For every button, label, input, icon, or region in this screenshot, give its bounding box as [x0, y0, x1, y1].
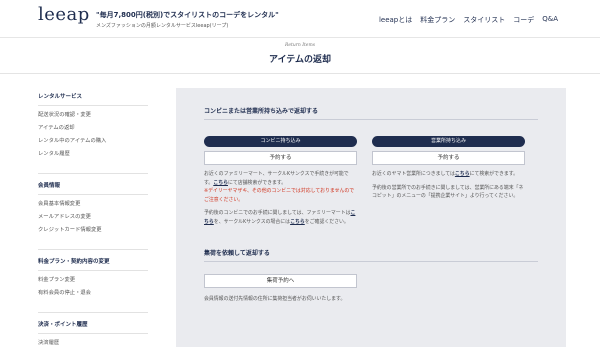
circlek-guide-link[interactable]: こちら: [290, 219, 305, 225]
office-search-link[interactable]: こちら: [455, 171, 470, 177]
convenience-warning: ※デイリーヤマザキ、その他のコンビニでは対応しておりませんのでご注意ください。: [204, 188, 355, 203]
sidebar-divider: [38, 237, 148, 250]
nav-about[interactable]: leeapとは: [379, 15, 412, 25]
sidebar-heading-rental: レンタルサービス: [38, 93, 148, 106]
sidebar-item-plan-change[interactable]: 料金プラン変更: [38, 274, 148, 287]
sidebar-heading-member: 会員情報: [38, 182, 148, 195]
sidebar-item-cancel[interactable]: 有料会員の停止・退会: [38, 287, 148, 300]
section-rule: [204, 261, 538, 262]
sidebar-heading-plan: 料金プラン・契約内容の変更: [38, 258, 148, 271]
pickup-reserve-button[interactable]: 集荷予約へ: [204, 274, 357, 288]
section-title-pickup: 集荷を依頼して返却する: [204, 250, 270, 257]
nav-qa[interactable]: Q&A: [542, 15, 558, 25]
page-title-en: Return Items: [284, 43, 316, 48]
sidebar-item-delivery-status[interactable]: 配送状況の確認・変更: [38, 109, 148, 122]
header-tagline-sub: メンズファッションの月額レンタルサービスleeap(リープ): [96, 23, 229, 29]
convenience-store-column: コンビニ持ち込み 予約する お近くのファミリーマート、サークルKサンクスで手続き…: [204, 136, 357, 226]
sidebar-item-email[interactable]: メールアドレスの変更: [38, 211, 148, 224]
section-rule: [204, 119, 538, 120]
sidebar: レンタルサービス 配送状況の確認・変更 アイテムの返却 レンタル中のアイテムの購…: [38, 93, 148, 347]
office-label: 営業所持ち込み: [372, 136, 525, 147]
site-logo[interactable]: leeap: [38, 4, 90, 25]
title-divider: [0, 73, 600, 74]
nav-coordinate[interactable]: コーデ: [513, 15, 534, 25]
section-title-store: コンビニまたは営業所持ち込みで返却する: [204, 108, 319, 115]
convenience-text-1: お近くのファミリーマート、サークルKサンクスで手続きが可能です。こちらにて店舗検…: [204, 171, 355, 203]
nav-pricing[interactable]: 料金プラン: [420, 15, 455, 25]
page-title: アイテムの返却: [268, 55, 332, 65]
global-nav: leeapとは 料金プラン スタイリスト コーデ Q&A: [379, 15, 558, 25]
store-search-link[interactable]: こちら: [213, 180, 228, 186]
office-text-2: 予約後の営業所でのお手続きに関しましては、営業所にある端末「ネコピット」のメニュ…: [372, 184, 524, 200]
pickup-text: 会員情報の送付先情報の住所に集荷担当者がお伺いいたします。: [204, 296, 346, 302]
sidebar-item-rental-history[interactable]: レンタル履歴: [38, 148, 148, 161]
convenience-store-label: コンビニ持ち込み: [204, 136, 357, 147]
sidebar-item-payment-history[interactable]: 決済履歴: [38, 337, 148, 347]
return-panel: コンビニまたは営業所持ち込みで返却する コンビニ持ち込み 予約する お近くのファ…: [176, 88, 566, 347]
office-text-1: お近くのヤマト営業所につきましてはこちらにて検索ができます。: [372, 171, 519, 177]
nav-stylist[interactable]: スタイリスト: [463, 15, 505, 25]
sidebar-item-purchase[interactable]: レンタル中のアイテムの購入: [38, 135, 148, 148]
site-header: leeap "毎月7,800円(税別)でスタイリストのコーデをレンタル" メンズ…: [0, 0, 600, 38]
sidebar-item-credit-card[interactable]: クレジットカード情報変更: [38, 224, 148, 237]
sidebar-divider: [38, 161, 148, 174]
convenience-text-2: 予約後のコンビニでのお手続に関しましては、ファミリーマートはこちらを、サークルK…: [204, 210, 356, 225]
office-column: 営業所持ち込み 予約する お近くのヤマト営業所につきましてはこちらにて検索ができ…: [372, 136, 525, 201]
convenience-reserve-button[interactable]: 予約する: [204, 151, 357, 165]
header-tagline: "毎月7,800円(税別)でスタイリストのコーデをレンタル": [96, 11, 279, 19]
sidebar-item-member-info[interactable]: 会員基本情報変更: [38, 198, 148, 211]
sidebar-heading-payment: 決済・ポイント履歴: [38, 321, 148, 334]
sidebar-item-return[interactable]: アイテムの返却: [38, 122, 148, 135]
office-reserve-button[interactable]: 予約する: [372, 151, 525, 165]
sidebar-divider: [38, 300, 148, 313]
